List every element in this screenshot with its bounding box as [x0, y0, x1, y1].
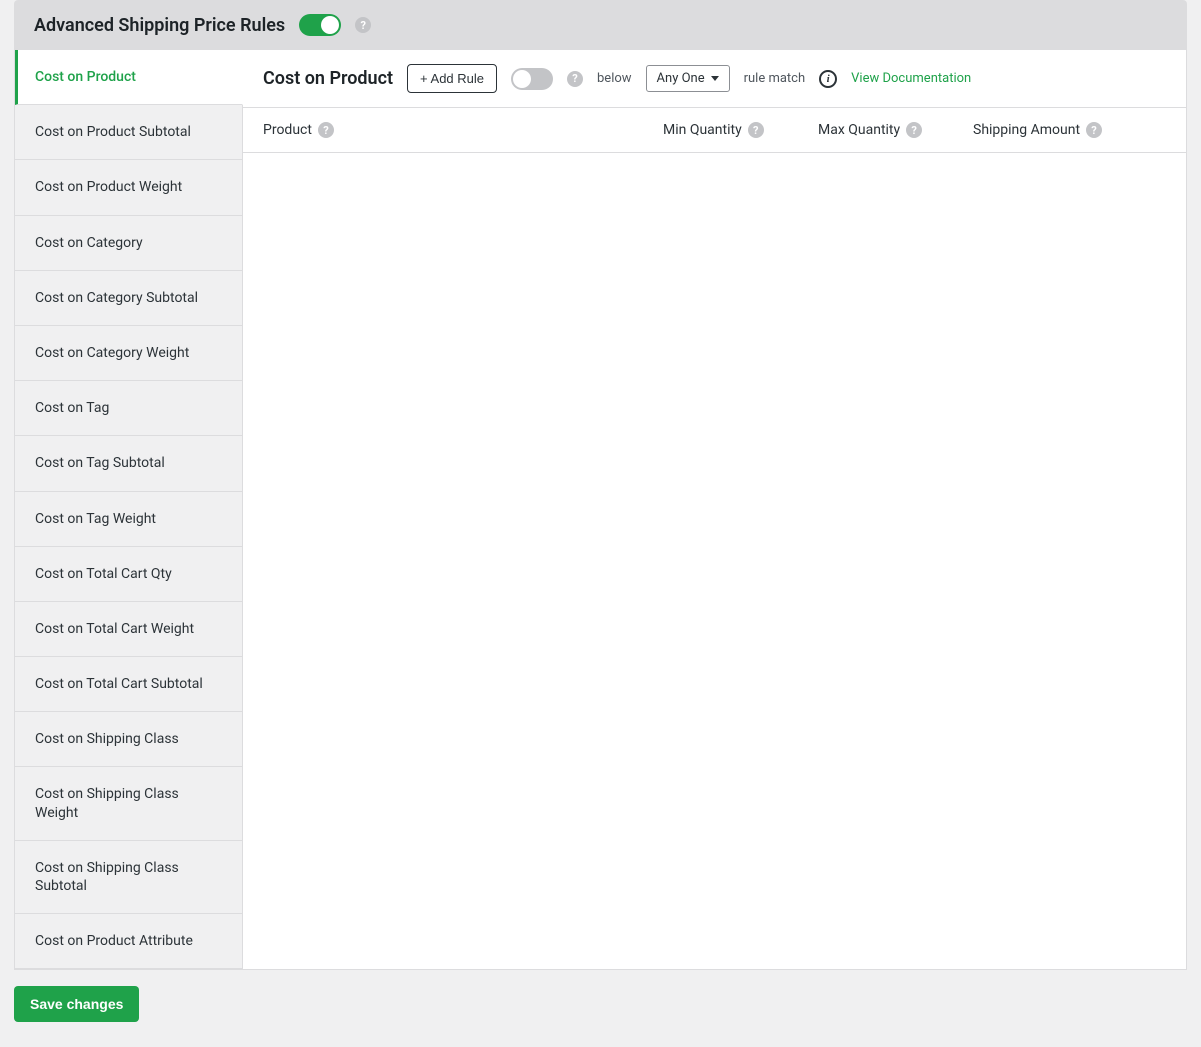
- tab-cost-on-product[interactable]: Cost on Product: [15, 50, 243, 105]
- tab-cost-on-tag-subtotal[interactable]: Cost on Tag Subtotal: [15, 436, 243, 491]
- panel-header: Cost on Product + Add Rule ? below Any O…: [243, 50, 1186, 108]
- main-panel: Cost on Product + Add Rule ? below Any O…: [243, 50, 1186, 969]
- sidebar-tabs: Cost on Product Cost on Product Subtotal…: [15, 50, 243, 969]
- tab-cost-on-product-attribute[interactable]: Cost on Product Attribute: [15, 914, 243, 969]
- tab-cost-on-total-cart-subtotal[interactable]: Cost on Total Cart Subtotal: [15, 657, 243, 712]
- rule-match-label: rule match: [744, 71, 806, 86]
- columns-header: Product ? Min Quantity ? Max Quantity ? …: [243, 108, 1186, 153]
- column-shipping-amount: Shipping Amount: [973, 122, 1080, 138]
- tab-cost-on-shipping-class-subtotal[interactable]: Cost on Shipping Class Subtotal: [15, 841, 243, 914]
- tab-cost-on-shipping-class[interactable]: Cost on Shipping Class: [15, 712, 243, 767]
- help-icon[interactable]: ?: [318, 122, 334, 138]
- tab-cost-on-product-weight[interactable]: Cost on Product Weight: [15, 160, 243, 215]
- help-icon[interactable]: ?: [567, 71, 583, 87]
- footer: Save changes: [14, 970, 1187, 1022]
- tab-cost-on-category-weight[interactable]: Cost on Category Weight: [15, 326, 243, 381]
- add-rule-button[interactable]: + Add Rule: [407, 64, 497, 93]
- help-icon[interactable]: ?: [748, 122, 764, 138]
- panel-title: Cost on Product: [263, 68, 393, 89]
- tab-cost-on-total-cart-weight[interactable]: Cost on Total Cart Weight: [15, 602, 243, 657]
- rule-match-select[interactable]: Any One: [646, 65, 730, 92]
- chevron-down-icon: [711, 76, 719, 81]
- tab-cost-on-tag-weight[interactable]: Cost on Tag Weight: [15, 492, 243, 547]
- help-icon[interactable]: ?: [355, 17, 371, 33]
- page-title: Advanced Shipping Price Rules: [34, 15, 285, 36]
- help-icon[interactable]: ?: [1086, 122, 1102, 138]
- column-product: Product: [263, 122, 312, 138]
- info-icon[interactable]: i: [819, 70, 837, 88]
- tab-cost-on-product-subtotal[interactable]: Cost on Product Subtotal: [15, 105, 243, 160]
- tab-cost-on-category[interactable]: Cost on Category: [15, 216, 243, 271]
- tab-cost-on-total-cart-qty[interactable]: Cost on Total Cart Qty: [15, 547, 243, 602]
- view-documentation-link[interactable]: View Documentation: [851, 71, 971, 86]
- below-label: below: [597, 71, 632, 86]
- column-max-quantity: Max Quantity: [818, 122, 900, 138]
- help-icon[interactable]: ?: [906, 122, 922, 138]
- column-min-quantity: Min Quantity: [663, 122, 742, 138]
- rule-match-toggle[interactable]: [511, 68, 553, 90]
- rule-match-select-value: Any One: [657, 71, 705, 86]
- tab-cost-on-tag[interactable]: Cost on Tag: [15, 381, 243, 436]
- save-changes-button[interactable]: Save changes: [14, 986, 139, 1022]
- tab-cost-on-shipping-class-weight[interactable]: Cost on Shipping Class Weight: [15, 767, 243, 840]
- advanced-rules-toggle[interactable]: [299, 14, 341, 36]
- tab-cost-on-category-subtotal[interactable]: Cost on Category Subtotal: [15, 271, 243, 326]
- page-header: Advanced Shipping Price Rules ?: [14, 0, 1187, 50]
